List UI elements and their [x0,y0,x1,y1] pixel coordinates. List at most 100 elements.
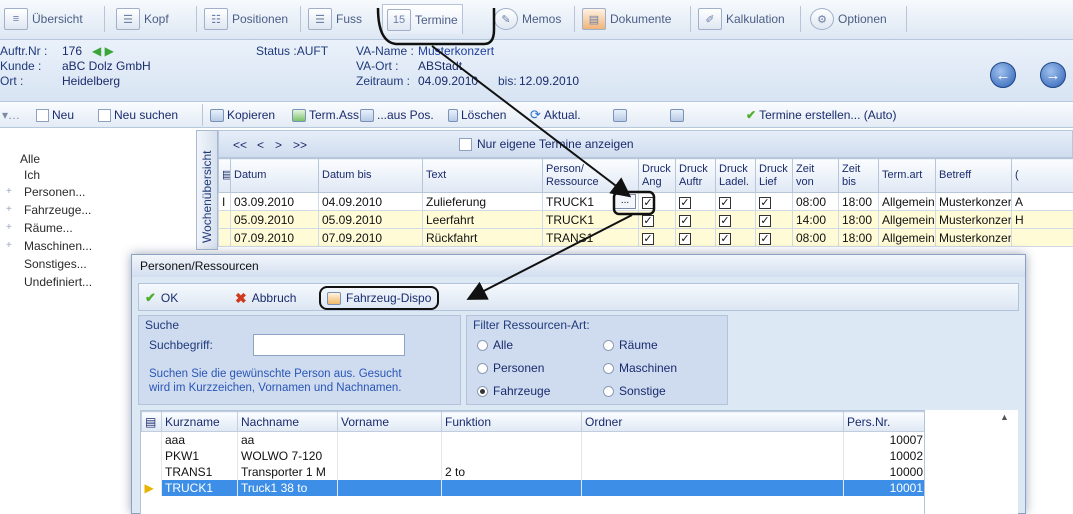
cell-datum[interactable]: 07.09.2010 [230,228,319,247]
tab-dokumente[interactable]: ▤ Dokumente [578,4,675,34]
cell-vorname[interactable] [337,463,442,480]
col-vorname[interactable]: Vorname [337,411,442,432]
cell-druck-lief[interactable]: ✓ [755,192,793,211]
delete-button[interactable]: Löschen [448,106,506,124]
cell-datum-bis[interactable]: 04.09.2010 [318,192,423,211]
first-page-button[interactable]: << [233,138,247,152]
tab-wochenuebersicht[interactable]: Wochenübersicht [196,130,218,250]
from-positions-button[interactable]: ...aus Pos. [360,106,434,124]
list-scrollbar[interactable]: ▲ [925,410,1018,514]
tab-kalkulation[interactable]: ✐ Kalkulation [694,4,789,34]
ok-button[interactable]: ✔ OK [139,287,184,309]
tab-uebersicht[interactable]: ≡ Übersicht [0,4,87,34]
col-ordner[interactable]: Ordner [581,411,844,432]
cell-druck-ang[interactable]: ✓ [638,228,676,247]
person-lookup-button[interactable]: ... [614,194,636,209]
expand-icon[interactable]: + [6,222,12,233]
cell-ordner[interactable] [581,463,844,480]
tree-item-raeume[interactable]: Räume... [24,221,73,235]
cell-kurzname[interactable]: TRUCK1 [161,479,238,496]
expand-icon[interactable]: + [6,240,12,251]
tree-item-ich[interactable]: Ich [24,168,40,182]
edit-button[interactable] [670,106,684,124]
cell-termart[interactable]: Allgemein [878,192,936,211]
cell-zeit-bis[interactable]: 18:00 [838,228,879,247]
table-row[interactable]: 07.09.2010 07.09.2010 Rückfahrt TRANS1 ✓… [218,228,1073,247]
col-persnr[interactable]: Pers.Nr. [843,411,924,432]
cell-termart[interactable]: Allgemein [878,228,936,247]
last-page-button[interactable]: >> [293,138,307,152]
col-betreff[interactable]: Betreff [935,158,1012,193]
next-page-button[interactable]: > [275,138,282,152]
col-kurzname[interactable]: Kurzname [161,411,238,432]
own-only-checkbox[interactable]: Nur eigene Termine anzeigen [459,137,634,151]
cell-zeit-bis[interactable]: 18:00 [838,192,879,211]
col-druck-auftr[interactable]: Druck Auftr [675,158,716,193]
cell-funktion[interactable] [441,447,582,464]
tab-fuss[interactable]: ☰ Fuss [304,4,366,34]
cell-datum-bis[interactable]: 07.09.2010 [318,228,423,247]
cell-datum[interactable]: 03.09.2010 [230,192,319,211]
search-input[interactable] [253,334,405,356]
tree-item-maschinen[interactable]: Maschinen... [24,239,92,253]
new-button[interactable]: Neu [36,106,74,124]
col-datum[interactable]: Datum [230,158,319,193]
filter-maschinen-radio[interactable]: Maschinen [603,361,677,375]
cell-person[interactable]: TRANS1 [542,228,639,247]
cell-kurzname[interactable]: TRANS1 [161,463,238,480]
col-extra[interactable]: ( [1011,158,1073,193]
col-termart[interactable]: Term.art [878,158,936,193]
scroll-up-icon[interactable]: ▲ [1000,412,1009,422]
list-item[interactable]: aaa aa 10007 [141,431,924,448]
cell-zeit-von[interactable]: 08:00 [792,192,839,211]
cell-text[interactable]: Leerfahrt [422,210,543,229]
col-zeit-bis[interactable]: Zeit bis [838,158,879,193]
dropdown-chevron-icon[interactable]: ▾… [2,106,20,124]
cell-funktion[interactable] [441,431,582,448]
cell-ordner[interactable] [581,431,844,448]
cell-druck-ladel[interactable]: ✓ [715,228,756,247]
cell-termart[interactable]: Allgemein [878,210,936,229]
forward-arrow-icon[interactable]: → [1040,62,1066,88]
cell-datum-bis[interactable]: 05.09.2010 [318,210,423,229]
tree-item-sonstiges[interactable]: Sonstiges... [24,257,87,271]
tree-item-fahrzeuge[interactable]: Fahrzeuge... [24,203,91,217]
tab-termine[interactable]: 15 Termine [382,4,463,34]
cell-vorname[interactable] [337,479,442,496]
vehicle-dispo-button[interactable]: Fahrzeug-Dispo [319,286,440,310]
tree-item-personen[interactable]: Personen... [24,185,85,199]
cell-funktion[interactable] [441,479,582,496]
tree-item-undefiniert[interactable]: Undefiniert... [24,275,92,289]
cell-nachname[interactable]: Truck1 38 to [237,479,338,496]
cell-text[interactable]: Zulieferung [422,192,543,211]
cell-nachname[interactable]: Transporter 1 M [237,463,338,480]
record-nav-arrows-icon[interactable]: ◀ ▶ [92,44,114,58]
cell-betreff[interactable]: Musterkonzert [935,192,1012,211]
tab-optionen[interactable]: ⚙ Optionen [806,4,891,34]
cell-vorname[interactable] [337,431,442,448]
col-druck-ladel[interactable]: Druck Ladel. [715,158,756,193]
cell-funktion[interactable]: 2 to [441,463,582,480]
cell-zeit-von[interactable]: 14:00 [792,210,839,229]
copy-button[interactable]: Kopieren [210,106,275,124]
tab-kopf[interactable]: ☰ Kopf [112,4,173,34]
tab-positionen[interactable]: ☷ Positionen [200,4,292,34]
col-druck-lief[interactable]: Druck Lief [755,158,793,193]
filter-alle-radio[interactable]: Alle [477,338,513,352]
table-row[interactable]: 05.09.2010 05.09.2010 Leerfahrt TRUCK1 ✓… [218,210,1073,229]
filter-personen-radio[interactable]: Personen [477,361,544,375]
cell-druck-ladel[interactable]: ✓ [715,192,756,211]
create-appointments-button[interactable]: ✔ Termine erstellen... (Auto) [746,106,896,124]
cell-druck-lief[interactable]: ✓ [755,228,793,247]
cell-druck-auftr[interactable]: ✓ [675,228,716,247]
cell-datum[interactable]: 05.09.2010 [230,210,319,229]
refresh-button[interactable]: ⟳ Aktual. [530,106,581,124]
cell-ordner[interactable] [581,479,844,496]
cell-druck-ang[interactable]: ✓ [638,192,676,211]
cell-druck-ladel[interactable]: ✓ [715,210,756,229]
new-search-button[interactable]: Neu suchen [98,106,178,124]
filter-sonstige-radio[interactable]: Sonstige [603,384,666,398]
cell-persnr[interactable]: 10001 [843,479,924,496]
list-item[interactable]: PKW1 WOLWO 7-120 10002 [141,447,924,464]
cell-vorname[interactable] [337,447,442,464]
